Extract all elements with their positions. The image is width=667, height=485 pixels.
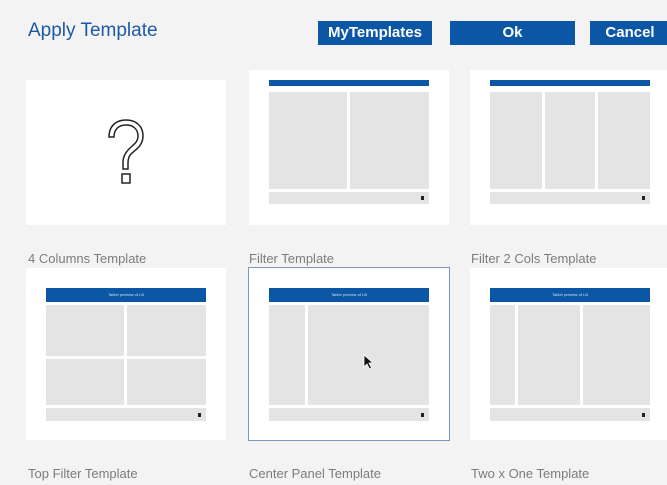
thumbnail-marker [198, 413, 201, 417]
question-mark-icon [26, 80, 226, 225]
thumbnail-footer [46, 408, 206, 421]
template-card-filter-2-cols[interactable] [470, 70, 667, 225]
thumbnail-footer [269, 408, 429, 421]
template-card-4-columns[interactable] [26, 80, 226, 225]
template-label: Filter Template [249, 251, 335, 266]
template-label: Filter 2 Cols Template [471, 251, 597, 266]
thumbnail-panel [127, 305, 206, 356]
thumbnail-marker [642, 196, 645, 200]
template-label: 4 Columns Template [28, 251, 147, 266]
thumbnail-footer [269, 192, 429, 204]
thumbnail-panel [46, 305, 124, 356]
thumbnail-marker [421, 413, 424, 417]
thumbnail-panel [269, 92, 347, 189]
thumbnail-panel [269, 305, 305, 405]
thumbnail-marker [642, 413, 645, 417]
template-label: Two x One Template [471, 466, 590, 481]
template-card-two-by-one[interactable]: Tablet preview of LB [470, 268, 667, 440]
thumbnail-header-bar [490, 80, 650, 86]
template-card-filter[interactable] [249, 70, 449, 225]
dialog-title: Apply Template [28, 20, 158, 41]
thumbnail-panel [545, 92, 595, 189]
template-label: Center Panel Template [249, 466, 382, 481]
thumbnail-header-bar: Tablet preview of LB [46, 288, 206, 302]
thumbnail-panel [127, 359, 206, 405]
template-card-center-panel[interactable]: Tablet preview of LB [248, 267, 450, 441]
cancel-button[interactable]: Cancel [590, 21, 667, 45]
template-card-top-filter[interactable]: Tablet preview of LB [26, 268, 226, 440]
thumbnail-panel [583, 305, 650, 405]
mouse-pointer-icon [363, 354, 375, 370]
thumbnail-footer [490, 192, 650, 204]
thumbnail-header-bar [269, 80, 429, 86]
thumbnail-marker [421, 196, 424, 200]
thumbnail-panel [490, 92, 542, 189]
thumbnail-panel [598, 92, 650, 189]
thumbnail-panel [350, 92, 429, 189]
thumbnail-header-bar: Tablet preview of LB [269, 288, 429, 302]
thumbnail-footer [490, 408, 650, 421]
template-label: Top Filter Template [28, 466, 138, 481]
ok-button[interactable]: Ok [450, 21, 575, 45]
thumbnail-header-bar: Tablet preview of LB [490, 288, 650, 302]
my-templates-button[interactable]: MyTemplates [318, 21, 432, 45]
thumbnail-panel [518, 305, 580, 405]
dialog-header: Apply Template MyTemplates Ok Cancel [0, 0, 667, 62]
thumbnail-panel [490, 305, 515, 405]
thumbnail-panel [46, 359, 124, 405]
